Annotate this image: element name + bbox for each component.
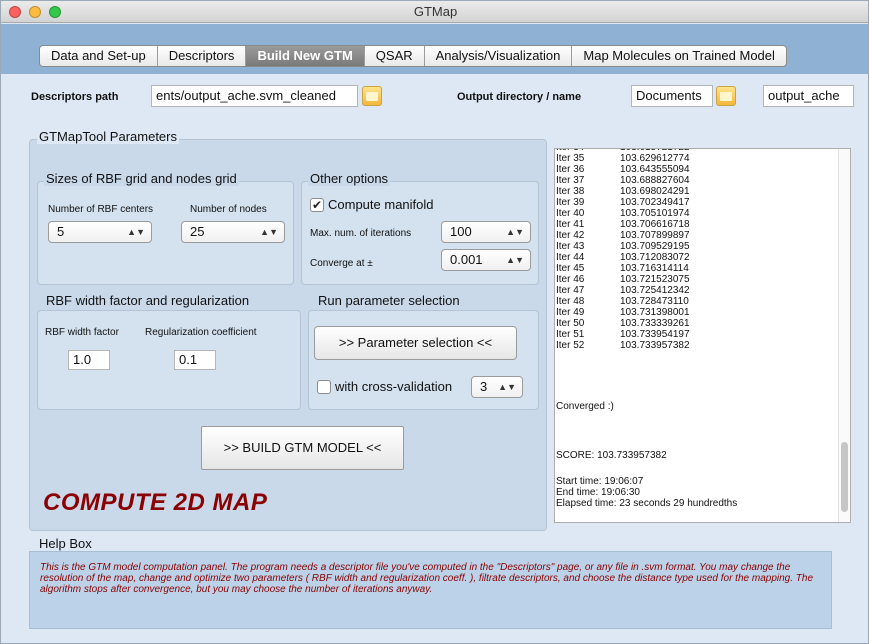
log-scrollbar-thumb[interactable]: [841, 442, 848, 512]
descriptors-path-label: Descriptors path: [31, 91, 119, 103]
minimize-window-button[interactable]: [29, 6, 41, 18]
tab-data-and-setup[interactable]: Data and Set-up: [40, 46, 158, 66]
app-window: GTMap Data and Set-up Descriptors Build …: [0, 0, 869, 644]
tab-descriptors[interactable]: Descriptors: [158, 46, 247, 66]
nodes-select[interactable]: 25 ▲▼: [181, 221, 285, 243]
tab-qsar[interactable]: QSAR: [365, 46, 425, 66]
cross-validation-label: with cross-validation: [335, 379, 453, 394]
regularization-label: Regularization coefficient: [145, 327, 257, 338]
gtmaptool-parameters-title: GTMapTool Parameters: [37, 129, 179, 144]
converge-label: Converge at ±: [310, 258, 373, 269]
parameter-selection-button[interactable]: >> Parameter selection <<: [314, 326, 517, 360]
help-box-title: Help Box: [37, 536, 94, 551]
rbf-centers-label: Number of RBF centers: [48, 204, 154, 215]
rbf-centers-select[interactable]: 5 ▲▼: [48, 221, 152, 243]
help-text: This is the GTM model computation panel.…: [40, 562, 814, 595]
nodes-label: Number of nodes: [190, 204, 267, 215]
title-bar: GTMap: [1, 1, 868, 23]
zoom-window-button[interactable]: [49, 6, 61, 18]
regularization-field[interactable]: 0.1: [174, 350, 216, 370]
log-elapsed-time: Elapsed time: 23 seconds 29 hundredths: [556, 498, 738, 509]
cross-validation-checkbox[interactable]: [317, 380, 331, 394]
converge-select[interactable]: 0.001 ▲▼: [441, 249, 531, 271]
output-log[interactable]: Iter 34103.615721722 Iter 35103.62961277…: [554, 148, 851, 523]
tab-analysis-visualization[interactable]: Analysis/Visualization: [425, 46, 573, 66]
compute-manifold-label: Compute manifold: [328, 197, 434, 212]
build-gtm-model-button[interactable]: >> BUILD GTM MODEL <<: [201, 426, 404, 470]
max-iterations-select[interactable]: 100 ▲▼: [441, 221, 531, 243]
descriptors-path-field[interactable]: ents/output_ache.svm_cleaned: [151, 85, 358, 107]
output-name-field[interactable]: output_ache: [763, 85, 854, 107]
nodes-value: 25: [190, 224, 205, 239]
sizes-group-title: Sizes of RBF grid and nodes grid: [44, 171, 239, 186]
log-scrollbar[interactable]: [838, 149, 850, 522]
stepper-arrows-icon: ▲▼: [127, 227, 145, 237]
compute-2d-map-title: COMPUTE 2D MAP: [43, 489, 268, 516]
stepper-arrows-icon: ▲▼: [506, 255, 524, 265]
converge-value: 0.001: [450, 252, 483, 267]
rbf-width-group-title: RBF width factor and regularization: [44, 293, 252, 308]
main-tab-bar: Data and Set-up Descriptors Build New GT…: [39, 45, 787, 67]
compute-manifold-checkbox[interactable]: ✔: [310, 198, 324, 212]
output-browse-folder-icon[interactable]: [716, 86, 736, 106]
descriptors-browse-folder-icon[interactable]: [362, 86, 382, 106]
help-box: This is the GTM model computation panel.…: [29, 551, 832, 629]
output-directory-label: Output directory / name: [457, 91, 582, 103]
tab-map-molecules[interactable]: Map Molecules on Trained Model: [572, 46, 786, 66]
max-iterations-value: 100: [450, 224, 472, 239]
stepper-arrows-icon: ▲▼: [506, 227, 524, 237]
log-score-text: SCORE: 103.733957382: [556, 450, 667, 461]
cross-validation-folds-value: 3: [480, 379, 488, 394]
rbf-centers-value: 5: [57, 224, 65, 239]
stepper-arrows-icon: ▲▼: [260, 227, 278, 237]
log-end-time: End time: 19:06:30: [556, 487, 640, 498]
max-iterations-label: Max. num. of iterations: [310, 228, 412, 239]
stepper-arrows-icon: ▲▼: [498, 382, 516, 392]
output-directory-field[interactable]: Documents: [631, 85, 713, 107]
tab-build-new-gtm[interactable]: Build New GTM: [246, 46, 365, 66]
rbf-width-field[interactable]: 1.0: [68, 350, 110, 370]
rbf-width-label: RBF width factor: [45, 327, 119, 338]
other-options-title: Other options: [308, 171, 391, 186]
run-parameter-selection-title: Run parameter selection: [316, 293, 462, 308]
log-start-time: Start time: 19:06:07: [556, 476, 644, 487]
window-title: GTMap: [413, 4, 458, 19]
close-window-button[interactable]: [9, 6, 21, 18]
log-converged-text: Converged :): [556, 401, 614, 412]
cross-validation-folds-select[interactable]: 3 ▲▼: [471, 376, 523, 398]
